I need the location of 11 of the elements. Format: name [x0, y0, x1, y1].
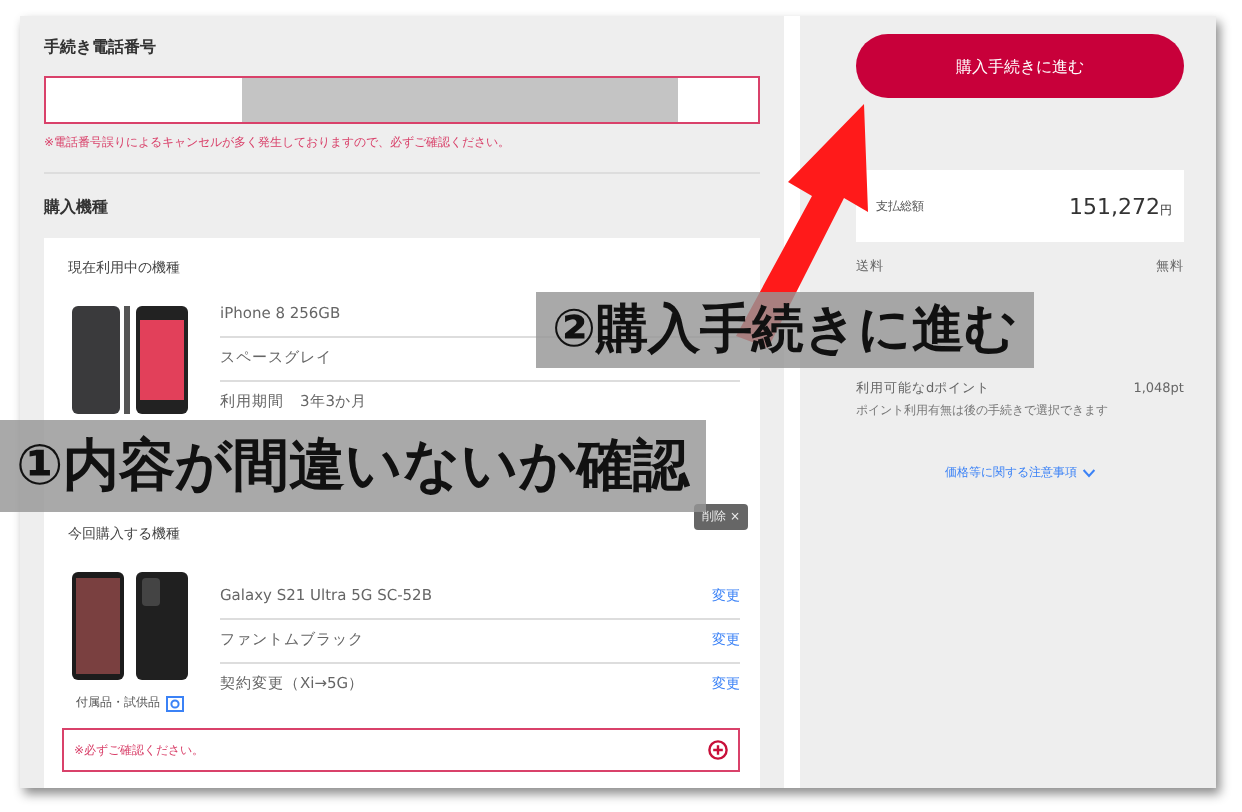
- chevron-down-icon[interactable]: [1081, 468, 1095, 478]
- annotation-label: ①内容が間違いないか確認: [0, 420, 706, 512]
- expand-plus-icon[interactable]: [708, 740, 728, 760]
- annotation-label: ②購入手続きに進む: [536, 292, 1035, 368]
- phone-drawing: [68, 302, 192, 418]
- phone-input-field[interactable]: [44, 76, 760, 124]
- section-title: 購入機種: [44, 196, 110, 218]
- section-title: 手続き電話番号: [44, 36, 158, 58]
- phone-drawing: [68, 568, 192, 684]
- camera-icon[interactable]: [166, 695, 184, 711]
- proceed-button[interactable]: 購入手続きに進む: [856, 34, 1184, 98]
